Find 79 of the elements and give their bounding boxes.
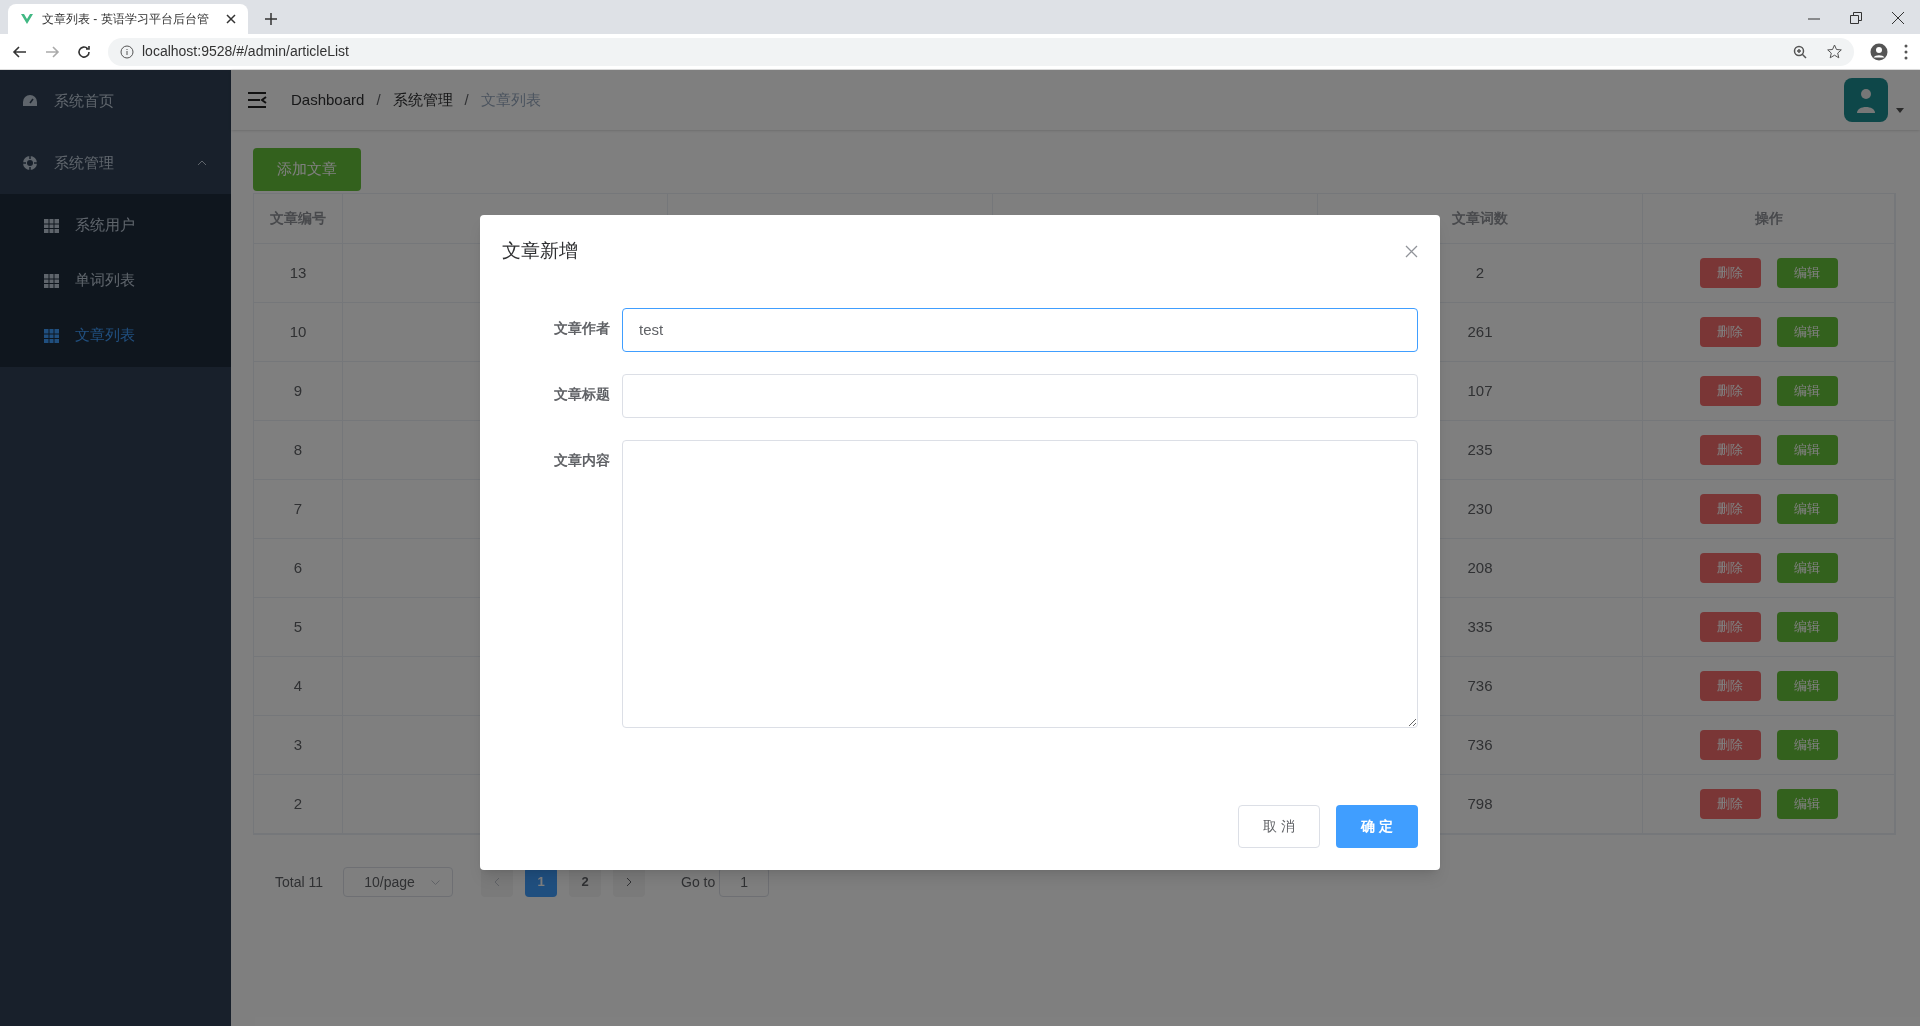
new-tab-icon[interactable]: [264, 12, 278, 26]
delete-button[interactable]: 删除: [1699, 789, 1761, 819]
edit-button[interactable]: 编辑: [1776, 612, 1838, 642]
delete-button[interactable]: 删除: [1699, 435, 1761, 465]
url-text: localhost:9528/#/admin/articleList: [142, 42, 350, 61]
menu-item[interactable]: 系统管理: [0, 132, 231, 194]
table-cell: 3: [254, 716, 343, 774]
grid-icon: [44, 328, 59, 343]
confirm-button[interactable]: 确 定: [1336, 805, 1418, 848]
table-cell: 9: [254, 362, 343, 420]
text-field[interactable]: test: [622, 307, 1418, 352]
tab-title: 文章列表 - 英语学习平台后台管: [42, 11, 210, 28]
field-label: 文章内容: [553, 450, 611, 470]
vue-logo-icon: [20, 12, 34, 26]
edit-button[interactable]: 编辑: [1776, 376, 1838, 406]
gauge-icon: [22, 94, 38, 108]
browser-tab[interactable]: 文章列表 - 英语学习平台后台管: [8, 4, 248, 34]
edit-button[interactable]: 编辑: [1776, 258, 1838, 288]
breadcrumb-separator: /: [464, 89, 469, 110]
table-cell: 5: [254, 598, 343, 656]
delete-button[interactable]: 删除: [1699, 553, 1761, 583]
edit-button[interactable]: 编辑: [1776, 494, 1838, 524]
menu-icon[interactable]: [247, 91, 267, 109]
table-cell: 8: [254, 421, 343, 479]
chevron-right-icon: [626, 877, 632, 887]
delete-button[interactable]: 删除: [1699, 317, 1761, 347]
dialog-title: 文章新增: [502, 239, 578, 263]
table-cell: 10: [254, 303, 343, 361]
edit-button[interactable]: 编辑: [1776, 730, 1838, 760]
menu-item[interactable]: 系统首页: [0, 70, 231, 132]
delete-button[interactable]: 删除: [1699, 494, 1761, 524]
field-label: 文章标题: [553, 384, 611, 404]
delete-button[interactable]: 删除: [1699, 258, 1761, 288]
table-cell: 6: [254, 539, 343, 597]
grid-icon: [44, 218, 59, 233]
gear-icon: [22, 155, 38, 171]
edit-button[interactable]: 编辑: [1776, 435, 1838, 465]
table-cell: 2: [254, 775, 343, 833]
reload-icon[interactable]: [76, 43, 92, 60]
add-article-button[interactable]: 添加文章: [253, 148, 361, 191]
account-icon[interactable]: [1870, 42, 1888, 61]
text-field[interactable]: [622, 373, 1418, 418]
back-icon[interactable]: [12, 43, 28, 60]
delete-button[interactable]: 删除: [1699, 612, 1761, 642]
goto-label: Go to: [681, 872, 716, 892]
edit-button[interactable]: 编辑: [1776, 671, 1838, 701]
submenu-item[interactable]: 系统用户: [0, 198, 231, 253]
chevron-left-icon: [494, 877, 500, 887]
page-size-select[interactable]: 10/page: [343, 867, 453, 897]
edit-button[interactable]: 编辑: [1776, 553, 1838, 583]
chevron-down-icon: [431, 879, 440, 885]
edit-button[interactable]: 编辑: [1776, 789, 1838, 819]
close-icon[interactable]: [1892, 12, 1904, 24]
info-icon: [120, 44, 134, 59]
edit-button[interactable]: 编辑: [1776, 317, 1838, 347]
delete-button[interactable]: 删除: [1699, 376, 1761, 406]
breadcrumb-item[interactable]: 系统管理: [392, 88, 453, 112]
zoom-icon[interactable]: [1793, 44, 1807, 59]
breadcrumb-separator: /: [376, 89, 381, 110]
table-cell: 4: [254, 657, 343, 715]
address-bar[interactable]: localhost:9528/#/admin/articleList: [108, 37, 1854, 66]
restore-icon[interactable]: [1850, 12, 1862, 24]
breadcrumb-item[interactable]: Dashboard: [291, 88, 365, 112]
person-icon: [1855, 87, 1877, 113]
submenu-item[interactable]: 单词列表: [0, 253, 231, 308]
more-icon[interactable]: [1904, 43, 1908, 60]
submenu-item[interactable]: 文章列表: [0, 308, 231, 363]
star-icon[interactable]: [1827, 44, 1842, 59]
chevron-up-icon: [197, 160, 207, 166]
table-cell: 7: [254, 480, 343, 538]
field-label: 文章作者: [553, 318, 611, 338]
cancel-button[interactable]: 取 消: [1238, 805, 1320, 848]
close-icon[interactable]: [226, 14, 236, 24]
delete-button[interactable]: 删除: [1699, 730, 1761, 760]
total-count: Total 11: [275, 872, 323, 892]
grid-icon: [44, 273, 59, 288]
caret-icon[interactable]: [1896, 107, 1904, 113]
table-cell: 13: [254, 244, 343, 302]
delete-button[interactable]: 删除: [1699, 671, 1761, 701]
